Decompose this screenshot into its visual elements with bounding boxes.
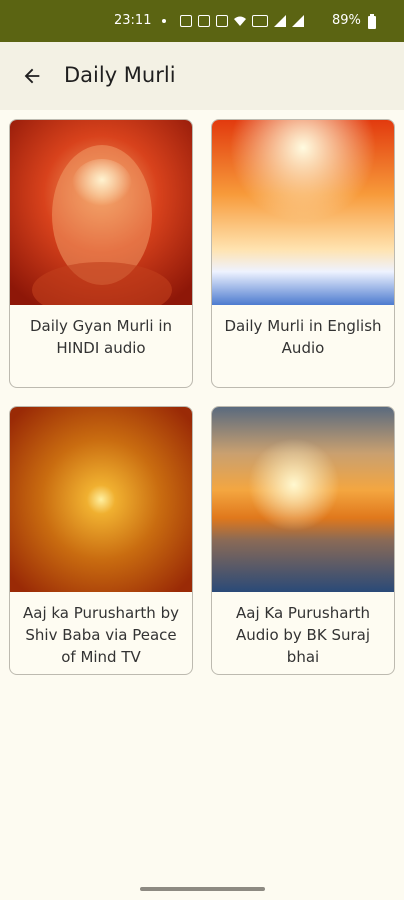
card-label: Daily Gyan Murli in HINDI audio <box>29 317 173 357</box>
card-purusharth-bk-suraj[interactable]: Aaj Ka Purusharth Audio by BK Suraj bhai <box>211 406 395 675</box>
card-english-murli[interactable]: Daily Murli in English Audio <box>211 119 395 388</box>
card-image <box>10 407 192 592</box>
card-label: Daily Murli in English Audio <box>224 317 382 357</box>
card-label: Aaj ka Purusharth by Shiv Baba via Peace… <box>23 604 179 666</box>
murli-grid: Daily Gyan Murli in HINDI audio Daily Mu… <box>0 0 404 900</box>
card-image <box>212 120 394 305</box>
card-hindi-murli[interactable]: Daily Gyan Murli in HINDI audio <box>9 119 193 388</box>
home-indicator[interactable] <box>140 887 265 891</box>
card-label: Aaj Ka Purusharth Audio by BK Suraj bhai <box>235 604 371 666</box>
card-image <box>212 407 394 592</box>
card-image <box>10 120 192 305</box>
card-purusharth-shiv-baba[interactable]: Aaj ka Purusharth by Shiv Baba via Peace… <box>9 406 193 675</box>
